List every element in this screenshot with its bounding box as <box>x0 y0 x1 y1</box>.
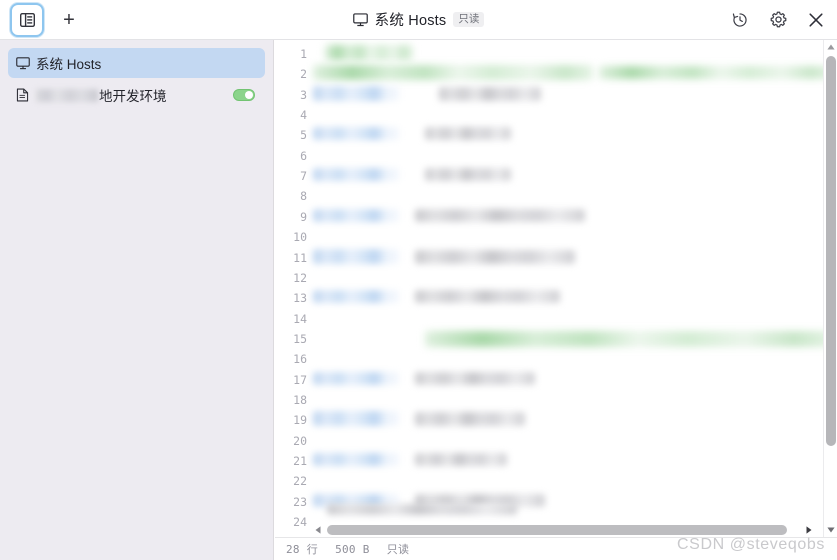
history-clock-icon <box>732 12 747 27</box>
redacted-text-blur <box>425 127 511 141</box>
page-title: 系统 Hosts <box>374 13 447 29</box>
sidebar-item-local-dev-env[interactable]: 地开发环境 <box>8 80 265 110</box>
redacted-text-blur <box>415 290 560 304</box>
line-number: 1 <box>300 47 307 61</box>
new-hosts-button[interactable]: + <box>54 5 84 35</box>
hosts-enable-toggle[interactable] <box>233 89 255 101</box>
line-number: 11 <box>293 250 307 265</box>
line-number: 19 <box>293 413 307 428</box>
sidebar: 系统 Hosts 地开发环境 <box>0 40 274 560</box>
redacted-text-blur <box>313 290 399 304</box>
redacted-text-blur <box>313 248 399 264</box>
line-number: 16 <box>293 352 307 367</box>
redacted-name-blur <box>36 88 98 102</box>
redacted-text-blur <box>425 330 835 347</box>
line-number: 12 <box>293 270 307 285</box>
line-number: 21 <box>293 454 307 468</box>
sidebar-item-system-hosts[interactable]: 系统 Hosts <box>8 48 265 78</box>
chevron-down-icon <box>827 527 835 533</box>
readonly-badge: 只读 <box>453 11 485 28</box>
line-number: 6 <box>300 148 307 163</box>
redacted-text-blur <box>415 208 585 222</box>
redacted-text-blur <box>313 208 399 222</box>
redacted-text-blur <box>313 411 399 427</box>
redacted-text-blur <box>313 85 399 101</box>
scroll-left-button[interactable] <box>311 523 325 537</box>
app-window: + 系统 Hosts 只读 系统 Hosts 地开发环境 1 2 3 4 5 6… <box>0 0 837 560</box>
title-bar-center: 系统 Hosts 只读 <box>0 0 837 39</box>
line-number: 13 <box>293 291 307 306</box>
line-number: 3 <box>300 87 307 102</box>
redacted-text-blur <box>439 86 541 101</box>
redacted-text-blur <box>415 412 525 427</box>
document-icon <box>16 88 36 102</box>
chevron-left-icon <box>315 526 321 534</box>
line-number: 22 <box>293 474 307 489</box>
line-number: 20 <box>293 433 307 448</box>
redacted-text-blur <box>313 127 399 141</box>
line-number: 10 <box>293 230 307 245</box>
redacted-text-blur <box>327 503 517 515</box>
vertical-scroll-thumb[interactable] <box>826 56 836 446</box>
sidebar-toggle-button[interactable] <box>10 2 44 37</box>
line-number: 8 <box>300 189 307 204</box>
line-number: 17 <box>293 372 307 387</box>
sidebar-panel-icon <box>19 12 35 27</box>
chevron-up-icon <box>827 44 835 50</box>
chevron-right-icon <box>806 526 812 534</box>
redacted-text-blur <box>313 168 399 182</box>
line-number: 2 <box>300 67 307 82</box>
scroll-up-button[interactable] <box>824 40 837 54</box>
sidebar-item-label: 地开发环境 <box>99 89 167 104</box>
close-button[interactable] <box>805 9 827 31</box>
redacted-text-blur <box>599 66 834 80</box>
sidebar-item-label-wrap: 地开发环境 <box>36 85 167 105</box>
status-line-count: 28 行 <box>286 543 319 556</box>
redacted-text-blur <box>425 168 511 182</box>
sidebar-item-label: 系统 Hosts <box>36 57 102 72</box>
history-button[interactable] <box>729 9 751 31</box>
horizontal-scroll-thumb[interactable] <box>327 525 787 535</box>
hosts-editor[interactable]: 1 2 3 4 5 6 7 8 9 10 11 12 13 14 15 16 17 18 19 20 21 22 23 24 <box>275 40 837 537</box>
title-bar-left-controls: + <box>0 2 84 37</box>
line-number: 9 <box>300 209 307 224</box>
line-number: 15 <box>293 331 307 346</box>
code-content-area[interactable] <box>311 40 837 537</box>
title-bar-right-controls <box>729 0 827 39</box>
monitor-icon <box>352 12 368 27</box>
line-number: 7 <box>300 169 307 184</box>
settings-button[interactable] <box>767 9 789 31</box>
line-number-gutter: 1 2 3 4 5 6 7 8 9 10 11 12 13 14 15 16 17 18 19 20 21 22 23 24 <box>275 40 311 537</box>
redacted-text-blur <box>415 249 575 264</box>
gear-icon <box>770 11 786 28</box>
line-number: 14 <box>293 311 307 326</box>
status-bar: 28 行 500 B 只读 <box>275 537 837 560</box>
close-icon <box>809 12 823 27</box>
redacted-text-blur <box>415 453 507 466</box>
title-bar: + 系统 Hosts 只读 <box>0 0 837 40</box>
redacted-text-blur <box>325 45 413 60</box>
scroll-down-button[interactable] <box>824 523 837 537</box>
redacted-text-blur <box>313 453 399 466</box>
redacted-text-blur <box>313 65 593 81</box>
editor-horizontal-scrollbar[interactable] <box>311 523 818 537</box>
line-number: 24 <box>293 515 307 530</box>
line-number: 18 <box>293 392 307 407</box>
redacted-text-blur <box>415 371 535 385</box>
scroll-right-button[interactable] <box>802 523 816 537</box>
redacted-text-blur <box>313 371 399 385</box>
monitor-icon <box>16 56 36 70</box>
status-readonly-mode: 只读 <box>386 543 410 556</box>
editor-vertical-scrollbar[interactable] <box>823 40 837 537</box>
status-file-size: 500 B <box>335 542 370 556</box>
line-number: 4 <box>300 108 307 123</box>
line-number: 5 <box>300 128 307 143</box>
line-number: 23 <box>293 494 307 509</box>
